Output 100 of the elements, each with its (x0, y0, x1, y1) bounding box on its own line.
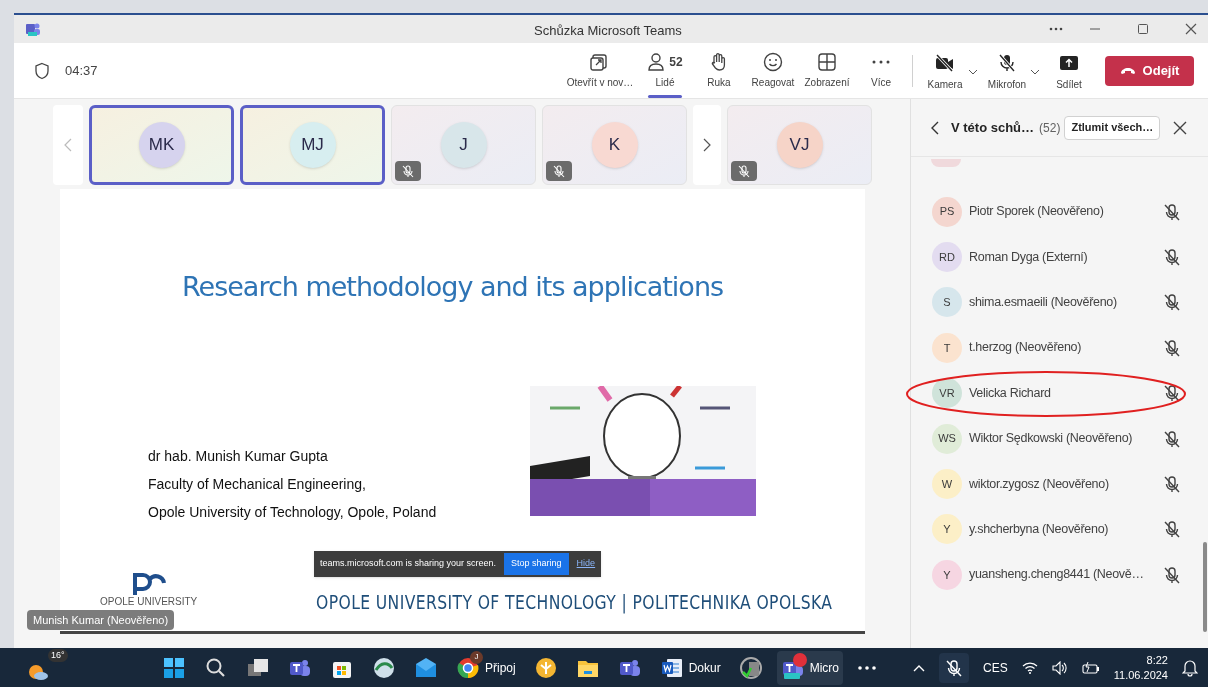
slide-title: Research methodology and its applications (182, 270, 724, 304)
avatar: MK (138, 122, 185, 168)
participant-row[interactable]: Y yuansheng.cheng8441 (Neově… (911, 552, 1208, 598)
video-tile[interactable]: MK (89, 105, 234, 185)
avatar: PS (932, 196, 962, 227)
toolbar-button[interactable]: Otevřít v nov… (562, 43, 638, 98)
taskbar-button[interactable]: Micro (776, 650, 844, 685)
video-tile[interactable]: K (542, 105, 687, 185)
chevron-left-icon (64, 138, 72, 152)
teams-logo-icon (25, 21, 41, 37)
video-tile[interactable]: J (391, 105, 536, 185)
participant-row[interactable]: Y y.shcherbyna (Neověřeno) (911, 506, 1208, 553)
phone-icon (1119, 67, 1136, 75)
weather-icon[interactable] (28, 662, 48, 681)
participant-name: y.shcherbyna (Neověřeno) (969, 521, 1110, 539)
participant-row[interactable]: VR Velicka Richard (911, 370, 1208, 416)
participant-row[interactable]: RD Roman Dyga (Externí) (911, 234, 1208, 280)
share-icon (1059, 53, 1079, 73)
microphone-off-icon (553, 164, 565, 178)
video-tile[interactable]: MJ (240, 105, 385, 185)
avatar: VJ (776, 122, 823, 168)
close-button[interactable] (1173, 120, 1188, 135)
wifi-icon[interactable] (1021, 661, 1038, 674)
participant-row[interactable]: PS Piotr Sporek (Neověřeno) (911, 189, 1208, 235)
panel-title: V této schů… (951, 118, 1035, 137)
more-icon (871, 60, 891, 64)
microphone-off-icon (738, 164, 750, 178)
open-window-icon (590, 52, 610, 72)
globe-icon (372, 655, 396, 680)
slide-text: dr hab. Munish Kumar Gupta (148, 447, 329, 466)
presenter-name-label: Munish Kumar (Neověřeno) (27, 610, 175, 630)
toolbar-button[interactable]: Zobrazení (800, 43, 854, 98)
avatar: VR (932, 378, 962, 409)
participant-name: yuansheng.cheng8441 (Neově… (969, 566, 1145, 584)
stop-sharing-button[interactable]: Stop sharing (504, 553, 569, 575)
grid-icon (817, 52, 837, 72)
device-button[interactable]: Sdílet (1046, 43, 1108, 98)
more-icon[interactable] (1049, 27, 1063, 31)
close-icon (1173, 120, 1188, 135)
mute-all-button[interactable]: Ztlumit všech… (1064, 115, 1161, 140)
participant-name: t.herzog (Neověřeno) (969, 339, 1083, 357)
microphone-off-icon (997, 53, 1017, 73)
taskbar-button[interactable]: Dokur (655, 650, 725, 685)
avatar: Y (932, 559, 962, 590)
logo-text: OPOLE UNIVERSITY (100, 597, 198, 607)
device-button[interactable]: Mikrofon (984, 43, 1046, 98)
chevron-up-icon[interactable] (913, 663, 926, 672)
shield-icon (34, 61, 50, 80)
participant-name: Piotr Sporek (Neověřeno) (969, 203, 1105, 221)
participant-row[interactable]: S shima.esmaeili (Neověřeno) (911, 279, 1208, 326)
avatar: J (440, 122, 487, 168)
start-icon (162, 655, 186, 680)
language-indicator[interactable]: CES (983, 658, 1008, 677)
avatar: K (591, 122, 638, 168)
participant-name: Velicka Richard (969, 384, 1052, 402)
temperature-badge: 16° (48, 648, 68, 662)
slide-footer: OPOLE UNIVERSITY OF TECHNOLOGY | POLITECHNIKA OPOLSKA (316, 587, 833, 617)
video-tile[interactable]: VJ (727, 105, 872, 185)
volume-icon[interactable] (1051, 660, 1068, 675)
microphone-off-icon (945, 658, 964, 677)
close-icon[interactable] (1185, 23, 1197, 35)
toolbar-button[interactable]: 52 Lidé (638, 43, 692, 98)
avatar: W (932, 469, 962, 500)
smiley-icon (763, 52, 783, 72)
more-icon (857, 665, 878, 670)
avatar: Y (932, 514, 962, 545)
toolbar-button[interactable]: Reagovat (746, 43, 800, 98)
chevron-down-icon[interactable] (1030, 69, 1040, 75)
scrollbar-thumb[interactable] (1203, 542, 1207, 632)
toolbar-button[interactable]: Více (854, 43, 908, 98)
profile-badge: J (470, 650, 483, 664)
chevron-left-icon (931, 120, 939, 135)
avatar: MJ (289, 122, 336, 168)
slide-text: Faculty of Mechanical Engineering, (148, 475, 367, 494)
avatar: T (932, 332, 962, 363)
chrome-icon (456, 655, 480, 680)
participant-row[interactable]: WS Wiktor Sędkowski (Neověřeno) (911, 415, 1208, 462)
slide-text: Opole University of Technology, Opole, Poland (148, 503, 437, 522)
avatar: RD (932, 242, 962, 273)
battery-icon[interactable] (1081, 661, 1100, 674)
university-logo-icon (131, 571, 166, 597)
clock[interactable]: 8:22 11.06.2024 (1113, 652, 1168, 683)
toolbar-button[interactable]: Ruka (692, 43, 746, 98)
participant-row[interactable]: W wiktor.zygosz (Neověřeno) (911, 461, 1208, 507)
microphone-off-icon (402, 164, 414, 178)
avatar: S (932, 287, 962, 318)
chevron-right-icon (703, 138, 711, 152)
maximize-icon[interactable] (1137, 23, 1149, 35)
leave-button[interactable]: Odejít (1105, 56, 1194, 86)
hide-link[interactable]: Hide (576, 557, 596, 571)
avatar: WS (932, 423, 962, 454)
bell-icon[interactable] (1182, 658, 1198, 677)
device-button[interactable]: Kamera (922, 43, 984, 98)
participant-row[interactable]: T t.herzog (Neověřeno) (911, 325, 1208, 371)
meeting-timer: 04:37 (65, 61, 98, 80)
taskbar-button[interactable]: J Připoj (452, 650, 520, 685)
camera-off-icon (935, 53, 955, 73)
chevron-down-icon[interactable] (968, 69, 978, 75)
participant-name: Wiktor Sędkowski (Neověřeno) (969, 430, 1134, 448)
microphone-tray-button[interactable] (939, 652, 970, 683)
